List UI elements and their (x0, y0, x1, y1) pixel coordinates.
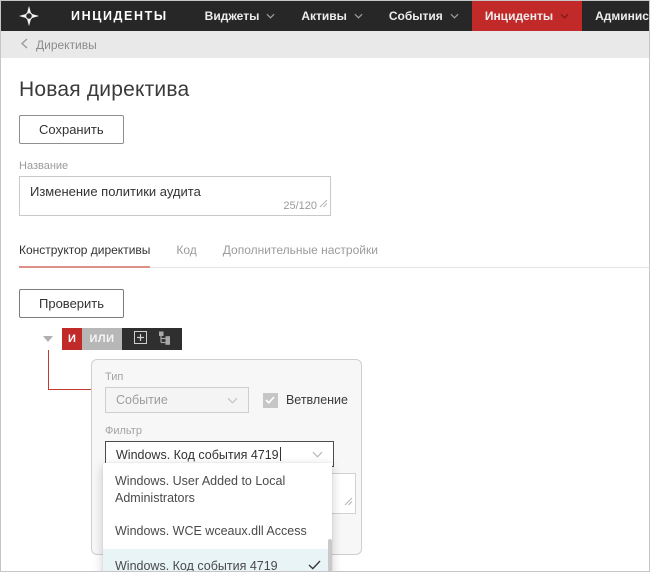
resize-handle-icon[interactable] (344, 493, 353, 511)
name-field-label: Название (19, 160, 69, 172)
text-cursor (279, 446, 281, 461)
type-field-label: Тип (105, 371, 124, 383)
filter-dropdown-list: Windows. User Added to Local Administrat… (103, 463, 332, 572)
directive-builder-canvas: И ИЛИ Тип Событие Ветвление Фильтр Windo… (19, 327, 649, 572)
breadcrumb: Директивы (1, 31, 649, 58)
menu-item-label: Инциденты (484, 9, 554, 23)
type-select-value: Событие (116, 393, 168, 407)
name-input[interactable]: Изменение политики аудита 25/120 (19, 176, 331, 216)
checkmark-icon (265, 396, 276, 404)
menu-item-incidents[interactable]: Инциденты (471, 1, 583, 31)
chevron-down-icon[interactable] (312, 447, 323, 461)
type-select[interactable]: Событие (105, 387, 249, 413)
tab-additional-settings[interactable]: Дополнительные настройки (223, 243, 378, 268)
menu-item-widgets[interactable]: Виджеты (192, 1, 289, 31)
dropdown-option[interactable]: Windows. WCE wceaux.dll Access (103, 514, 332, 549)
app-logo[interactable] (1, 1, 40, 31)
compass-star-icon (18, 5, 40, 27)
breadcrumb-back-link[interactable]: Директивы (36, 38, 97, 52)
dropdown-option[interactable]: Windows. User Added to Local Administrat… (103, 463, 332, 514)
menu-item-label: Активы (301, 9, 347, 23)
menu-item-administration[interactable]: Администрирование (582, 1, 650, 31)
checkmark-icon (308, 558, 321, 571)
menu-item-assets[interactable]: Активы (288, 1, 376, 31)
menu-item-events[interactable]: События (376, 1, 472, 31)
resize-handle-icon[interactable] (319, 195, 328, 213)
operator-or-button[interactable]: ИЛИ (82, 328, 122, 350)
name-input-value: Изменение политики аудита (30, 184, 201, 199)
add-node-icon[interactable] (133, 331, 147, 347)
app-window: ИНЦИДЕНТЫ Виджеты Активы События Инциден… (0, 0, 650, 572)
chevron-down-icon (354, 13, 363, 19)
branching-checkbox-label: Ветвление (285, 393, 348, 407)
app-title: ИНЦИДЕНТЫ (71, 9, 168, 23)
chevron-down-icon (266, 13, 275, 19)
page-title: Новая директива (19, 78, 190, 101)
menu-item-label: Виджеты (204, 9, 260, 23)
description-textarea-partial[interactable] (331, 473, 356, 514)
chevron-left-icon[interactable] (20, 36, 28, 54)
verify-button[interactable]: Проверить (19, 289, 125, 318)
node-actions-group (122, 328, 182, 350)
tab-directive-builder[interactable]: Конструктор директивы (19, 243, 151, 268)
tree-connector-line (48, 389, 91, 390)
dropdown-option-label: Windows. Код события 4719 (115, 559, 278, 572)
tab-bar: Конструктор директивы Код Дополнительные… (19, 243, 649, 268)
chevron-down-icon (560, 13, 569, 19)
main-content: Новая директива Сохранить Название Измен… (1, 78, 649, 572)
branching-checkbox-group[interactable]: Ветвление (262, 392, 348, 408)
dropdown-option-selected[interactable]: Windows. Код события 4719 (103, 549, 332, 572)
menu-item-label: События (388, 9, 443, 23)
branching-checkbox[interactable] (262, 392, 278, 408)
char-counter: 25/120 (283, 200, 317, 212)
dropdown-scrollbar-thumb[interactable] (328, 539, 332, 571)
chevron-down-icon (227, 393, 238, 407)
branch-subtree-icon[interactable] (158, 331, 171, 348)
filter-field-label: Фильтр (105, 425, 142, 437)
tree-connector-line (48, 350, 49, 390)
chevron-down-icon (450, 13, 459, 19)
main-menu: Виджеты Активы События Инциденты Админис… (192, 1, 650, 31)
menu-item-label: Администрирование (595, 9, 650, 23)
operator-segmented-control: И ИЛИ (62, 328, 182, 350)
tree-collapse-caret-icon[interactable] (43, 336, 53, 342)
filter-combobox-value: Windows. Код события 4719 (116, 446, 281, 462)
save-button[interactable]: Сохранить (19, 115, 124, 144)
operator-and-button[interactable]: И (62, 328, 82, 350)
top-navigation-bar: ИНЦИДЕНТЫ Виджеты Активы События Инциден… (1, 1, 649, 31)
tab-code[interactable]: Код (176, 243, 196, 268)
